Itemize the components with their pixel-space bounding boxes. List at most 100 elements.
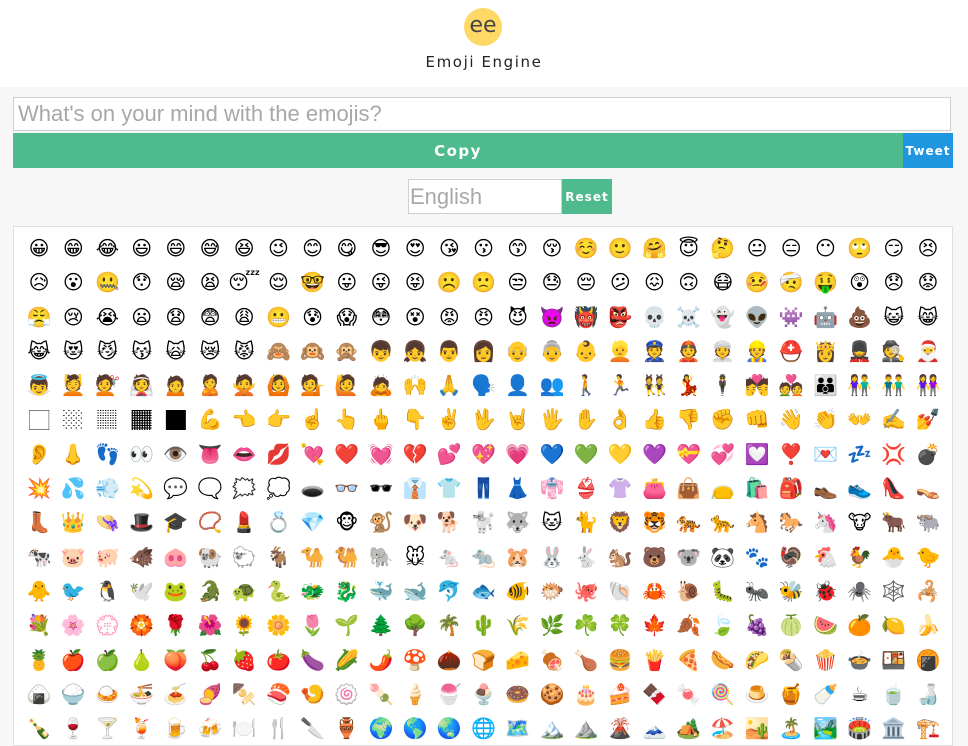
emoji-button[interactable]: 👯 xyxy=(637,368,671,402)
emoji-button[interactable]: 🐣 xyxy=(877,540,911,574)
emoji-button[interactable]: 🙊 xyxy=(330,334,364,368)
emoji-button[interactable]: 🐊 xyxy=(193,574,227,608)
emoji-button[interactable]: 🐩 xyxy=(466,505,500,539)
emoji-button[interactable]: 👴 xyxy=(501,334,535,368)
emoji-button[interactable]: 🍣 xyxy=(261,677,295,711)
emoji-button[interactable]: 🐬 xyxy=(432,574,466,608)
emoji-button[interactable]: 😉 xyxy=(261,231,295,265)
emoji-button[interactable]: 🎒 xyxy=(774,471,808,505)
emoji-button[interactable]: 🕵️ xyxy=(877,334,911,368)
emoji-button[interactable]: 🏕️ xyxy=(672,711,706,745)
emoji-button[interactable]: ☹️ xyxy=(432,265,466,299)
emoji-button[interactable]: 🌮 xyxy=(740,643,774,677)
emoji-button[interactable]: 🤒 xyxy=(740,265,774,299)
emoji-button[interactable]: 😑 xyxy=(774,231,808,265)
emoji-button[interactable]: 🤐 xyxy=(90,265,124,299)
language-input[interactable] xyxy=(408,179,562,214)
emoji-button[interactable]: 🎂 xyxy=(569,677,603,711)
emoji-button[interactable]: 🤗 xyxy=(637,231,671,265)
emoji-button[interactable]: 🐡 xyxy=(535,574,569,608)
emoji-button[interactable]: 👇 xyxy=(398,402,432,436)
emoji-button[interactable]: 🌰 xyxy=(432,643,466,677)
emoji-button[interactable]: 🌍 xyxy=(364,711,398,745)
emoji-button[interactable]: 🕶️ xyxy=(364,471,398,505)
emoji-button[interactable]: 🏃 xyxy=(603,368,637,402)
emoji-button[interactable]: 🐤 xyxy=(911,540,945,574)
emoji-button[interactable]: 👵 xyxy=(535,334,569,368)
emoji-button[interactable]: 🙎 xyxy=(193,368,227,402)
emoji-button[interactable]: 🐶 xyxy=(398,505,432,539)
emoji-button[interactable]: 🐿️ xyxy=(603,540,637,574)
emoji-button[interactable]: 👭 xyxy=(911,368,945,402)
emoji-button[interactable]: 😝 xyxy=(398,265,432,299)
emoji-button[interactable]: 😨 xyxy=(193,300,227,334)
emoji-button[interactable]: 🖖 xyxy=(466,402,500,436)
emoji-button[interactable]: 👸 xyxy=(808,334,842,368)
emoji-button[interactable]: 🏵️ xyxy=(125,608,159,642)
emoji-button[interactable]: 🍟 xyxy=(637,643,671,677)
emoji-button[interactable]: 🕳️ xyxy=(296,471,330,505)
emoji-button[interactable]: 🦀 xyxy=(637,574,671,608)
emoji-button[interactable]: 👿 xyxy=(535,300,569,334)
emoji-button[interactable]: 🏗️ xyxy=(911,711,945,745)
emoji-button[interactable]: 🏻 xyxy=(22,402,56,436)
emoji-button[interactable]: 👈 xyxy=(227,402,261,436)
emoji-button[interactable]: 🍻 xyxy=(193,711,227,745)
emoji-button[interactable]: 💨 xyxy=(90,471,124,505)
emoji-button[interactable]: 🕷️ xyxy=(843,574,877,608)
emoji-button[interactable]: 🙉 xyxy=(296,334,330,368)
emoji-button[interactable]: 🏟️ xyxy=(843,711,877,745)
emoji-button[interactable]: 🐉 xyxy=(330,574,364,608)
emoji-button[interactable]: 👄 xyxy=(227,437,261,471)
emoji-button[interactable]: 🗻 xyxy=(637,711,671,745)
emoji-button[interactable]: 😏 xyxy=(877,231,911,265)
emoji-button[interactable]: 😯 xyxy=(125,265,159,299)
emoji-button[interactable]: 👮 xyxy=(637,334,671,368)
emoji-button[interactable]: 🙅 xyxy=(227,368,261,402)
emoji-button[interactable]: 🐂 xyxy=(877,505,911,539)
emoji-button[interactable]: ✍️ xyxy=(877,402,911,436)
emoji-button[interactable]: 😚 xyxy=(535,231,569,265)
emoji-button[interactable]: 🍙 xyxy=(22,677,56,711)
emoji-button[interactable]: 🙋 xyxy=(330,368,364,402)
emoji-button[interactable]: 🌵 xyxy=(466,608,500,642)
emoji-button[interactable]: 👹 xyxy=(569,300,603,334)
emoji-button[interactable]: 🍒 xyxy=(193,643,227,677)
emoji-button[interactable]: 😃 xyxy=(125,231,159,265)
emoji-button[interactable]: 👽 xyxy=(740,300,774,334)
emoji-button[interactable]: 🍷 xyxy=(56,711,90,745)
emoji-button[interactable]: 💤 xyxy=(843,437,877,471)
emoji-button[interactable]: 👏 xyxy=(808,402,842,436)
emoji-button[interactable]: 👞 xyxy=(808,471,842,505)
emoji-button[interactable]: 🌺 xyxy=(193,608,227,642)
emoji-button[interactable]: 🙆 xyxy=(261,368,295,402)
emoji-button[interactable]: 🐦 xyxy=(56,574,90,608)
emoji-button[interactable]: 👍 xyxy=(637,402,671,436)
emoji-button[interactable]: 🍝 xyxy=(159,677,193,711)
emoji-button[interactable]: 🎓 xyxy=(159,505,193,539)
emoji-button[interactable]: 💖 xyxy=(466,437,500,471)
emoji-button[interactable]: 😓 xyxy=(535,265,569,299)
emoji-button[interactable]: 🌼 xyxy=(261,608,295,642)
emoji-button[interactable]: 💀 xyxy=(637,300,671,334)
emoji-button[interactable]: 🐹 xyxy=(501,540,535,574)
emoji-button[interactable]: 🐾 xyxy=(740,540,774,574)
emoji-button[interactable]: 🐄 xyxy=(22,540,56,574)
emoji-button[interactable]: 🍂 xyxy=(672,608,706,642)
emoji-button[interactable]: 🍦 xyxy=(398,677,432,711)
emoji-button[interactable]: 😒 xyxy=(501,265,535,299)
emoji-button[interactable]: 🍃 xyxy=(706,608,740,642)
emoji-button[interactable]: 👜 xyxy=(672,471,706,505)
emoji-button[interactable]: 🍔 xyxy=(603,643,637,677)
emoji-button[interactable]: 🍐 xyxy=(125,643,159,677)
emoji-button[interactable]: 🐱 xyxy=(535,505,569,539)
emoji-button[interactable]: 😪 xyxy=(159,265,193,299)
emoji-button[interactable]: 🤑 xyxy=(808,265,842,299)
emoji-button[interactable]: 😍 xyxy=(398,231,432,265)
emoji-button[interactable]: 👩 xyxy=(466,334,500,368)
emoji-button[interactable]: 👘 xyxy=(535,471,569,505)
emoji-button[interactable]: 👅 xyxy=(193,437,227,471)
emoji-button[interactable]: 👥 xyxy=(535,368,569,402)
emoji-button[interactable]: 🐜 xyxy=(740,574,774,608)
emoji-button[interactable]: 👱 xyxy=(603,334,637,368)
